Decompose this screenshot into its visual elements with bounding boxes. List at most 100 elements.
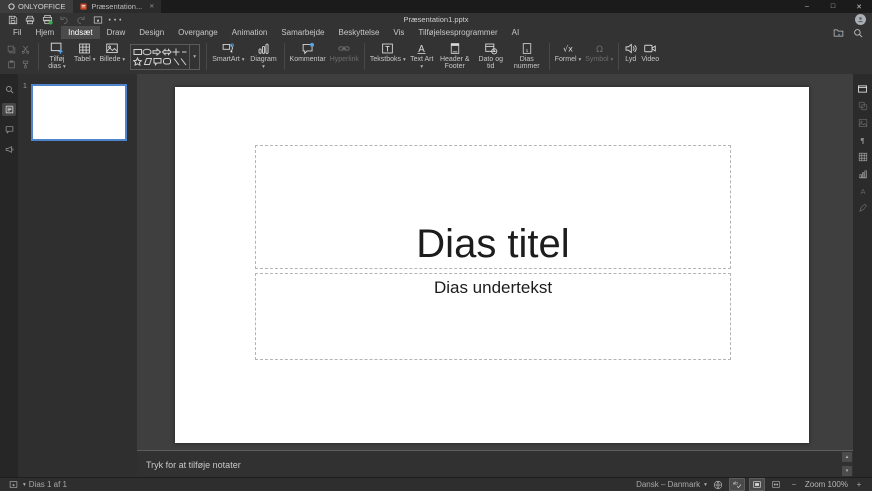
comment-button[interactable]: Kommentar	[288, 40, 328, 74]
textart-settings-icon[interactable]: A	[856, 184, 870, 197]
table-button[interactable]: Tabel ▾	[72, 40, 97, 74]
slide-thumbnail[interactable]	[31, 84, 127, 141]
smartart-button[interactable]: SmartArt ▾	[210, 40, 246, 74]
tab-design[interactable]: Design	[132, 26, 171, 39]
restore-button[interactable]: □	[820, 0, 846, 13]
fit-slide-icon[interactable]	[749, 478, 765, 491]
svg-text:A: A	[860, 186, 865, 195]
image-settings-icon[interactable]	[856, 116, 870, 129]
fit-width-icon[interactable]	[769, 479, 783, 490]
tab-draw[interactable]: Draw	[100, 26, 133, 39]
title-placeholder[interactable]: Dias titel	[255, 145, 731, 269]
slides-panel-icon[interactable]	[2, 103, 16, 116]
symbol-button[interactable]: Ω Symbol ▾	[583, 40, 615, 74]
ribbon-tabs: Fil Hjem Indsæt Draw Design Overgange An…	[0, 26, 872, 39]
image-label: Billede	[99, 56, 120, 63]
editor-canvas: Dias titel Dias undertekst Tryk for at t…	[137, 74, 853, 478]
shapes-gallery[interactable]: ▾	[130, 44, 200, 70]
image-button[interactable]: Billede ▾	[97, 40, 127, 74]
tab-overgange[interactable]: Overgange	[171, 26, 225, 39]
shapes-gallery-icons	[131, 45, 189, 69]
comment-icon	[301, 41, 315, 56]
zoom-in-button[interactable]: +	[852, 479, 866, 490]
tab-vis[interactable]: Vis	[386, 26, 411, 39]
chevron-down-icon: ▾	[420, 64, 423, 70]
customize-toolbar-button[interactable]: ···	[107, 14, 123, 26]
divider	[284, 43, 285, 70]
table-settings-icon[interactable]	[856, 150, 870, 163]
shape-settings-icon[interactable]	[856, 99, 870, 112]
tab-ai[interactable]: AI	[505, 26, 527, 39]
language-selector[interactable]: Dansk – Danmark	[636, 480, 700, 489]
search-icon[interactable]	[853, 28, 863, 38]
statusbar: ▾ Dias 1 af 1 Dansk – Danmark ▾ ab − Zoo…	[0, 477, 872, 491]
find-panel-icon[interactable]	[2, 83, 16, 96]
slide-thumbnail-number: 1	[23, 83, 27, 90]
chart-label: Diagram	[250, 56, 276, 63]
slide-number-button[interactable]: 1 Dias nummer	[508, 40, 546, 74]
chevron-down-icon[interactable]: ▾	[704, 482, 707, 488]
header-footer-button[interactable]: Header & Footer	[436, 40, 474, 74]
scroll-down-icon[interactable]: ▾	[842, 466, 852, 476]
slide-canvas[interactable]: Dias titel Dias undertekst	[175, 87, 809, 443]
video-label: Video	[641, 56, 659, 63]
main-menu-tab[interactable]: ONLYOFFICE	[0, 0, 73, 13]
scroll-up-icon[interactable]: ▴	[842, 452, 852, 462]
close-button[interactable]: ✕	[846, 0, 872, 13]
add-slide-button[interactable]: Tilføj dias ▾	[42, 40, 72, 74]
video-button[interactable]: Video	[639, 40, 661, 74]
set-language-icon[interactable]	[711, 479, 725, 490]
format-painter-icon[interactable]	[19, 57, 32, 71]
start-slideshow-button[interactable]	[90, 14, 106, 26]
audio-icon	[624, 41, 637, 56]
tab-indsaet[interactable]: Indsæt	[61, 26, 99, 39]
hyperlink-icon	[337, 41, 351, 56]
tab-samarbejde[interactable]: Samarbejde	[274, 26, 331, 39]
hyperlink-label: Hyperlink	[330, 56, 359, 63]
tab-fil[interactable]: Fil	[6, 26, 28, 39]
comments-panel-icon[interactable]	[2, 123, 16, 136]
svg-text:1: 1	[525, 47, 528, 53]
subtitle-placeholder[interactable]: Dias undertekst	[255, 273, 731, 360]
signature-settings-icon[interactable]	[856, 201, 870, 214]
textart-button[interactable]: A Text Art ▾	[408, 40, 436, 74]
undo-button[interactable]	[56, 14, 72, 26]
tab-beskyttelse[interactable]: Beskyttelse	[331, 26, 386, 39]
notes-area[interactable]: Tryk for at tilføje notater ▴ ▾	[137, 450, 853, 478]
copy-icon[interactable]	[5, 42, 18, 56]
tab-tilfoejelsesprogrammer[interactable]: Tilføjelsesprogrammer	[411, 26, 504, 39]
spellcheck-icon[interactable]: ab	[729, 478, 745, 491]
equation-button[interactable]: √x Formel ▾	[553, 40, 584, 74]
minimize-button[interactable]: –	[794, 0, 820, 13]
date-time-button[interactable]: Dato og tid	[474, 40, 508, 74]
cut-icon[interactable]	[19, 42, 32, 56]
print-button[interactable]	[22, 14, 38, 26]
tab-hjem[interactable]: Hjem	[28, 26, 61, 39]
zoom-level[interactable]: Zoom 100%	[805, 480, 848, 489]
table-icon	[78, 41, 91, 56]
quick-print-button[interactable]	[39, 14, 55, 26]
hyperlink-button[interactable]: Hyperlink	[328, 40, 361, 74]
chart-settings-icon[interactable]	[856, 167, 870, 180]
zoom-out-button[interactable]: −	[787, 479, 801, 490]
open-file-location-icon[interactable]	[833, 28, 844, 38]
textbox-button[interactable]: Tekstboks ▾	[368, 40, 408, 74]
chevron-down-icon[interactable]: ▾	[23, 482, 26, 488]
audio-button[interactable]: Lyd	[622, 40, 639, 74]
slide-title-text: Dias titel	[416, 224, 569, 264]
tabs-right-actions	[833, 26, 872, 39]
chart-button[interactable]: Diagram ▾	[247, 40, 281, 74]
paragraph-settings-icon[interactable]: ¶	[856, 133, 870, 146]
paste-icon[interactable]	[5, 57, 18, 71]
start-slideshow-status-icon[interactable]	[6, 479, 20, 490]
shapes-gallery-expand[interactable]: ▾	[189, 45, 199, 69]
save-button[interactable]	[5, 14, 21, 26]
feedback-icon[interactable]	[2, 143, 16, 156]
tab-close-icon[interactable]: ✕	[149, 3, 154, 10]
tab-animation[interactable]: Animation	[225, 26, 275, 39]
user-avatar[interactable]	[855, 14, 866, 25]
chevron-down-icon: ▾	[63, 64, 66, 70]
slide-settings-icon[interactable]	[856, 82, 870, 95]
redo-button[interactable]	[73, 14, 89, 26]
notes-scrollbar[interactable]: ▴ ▾	[842, 452, 852, 476]
